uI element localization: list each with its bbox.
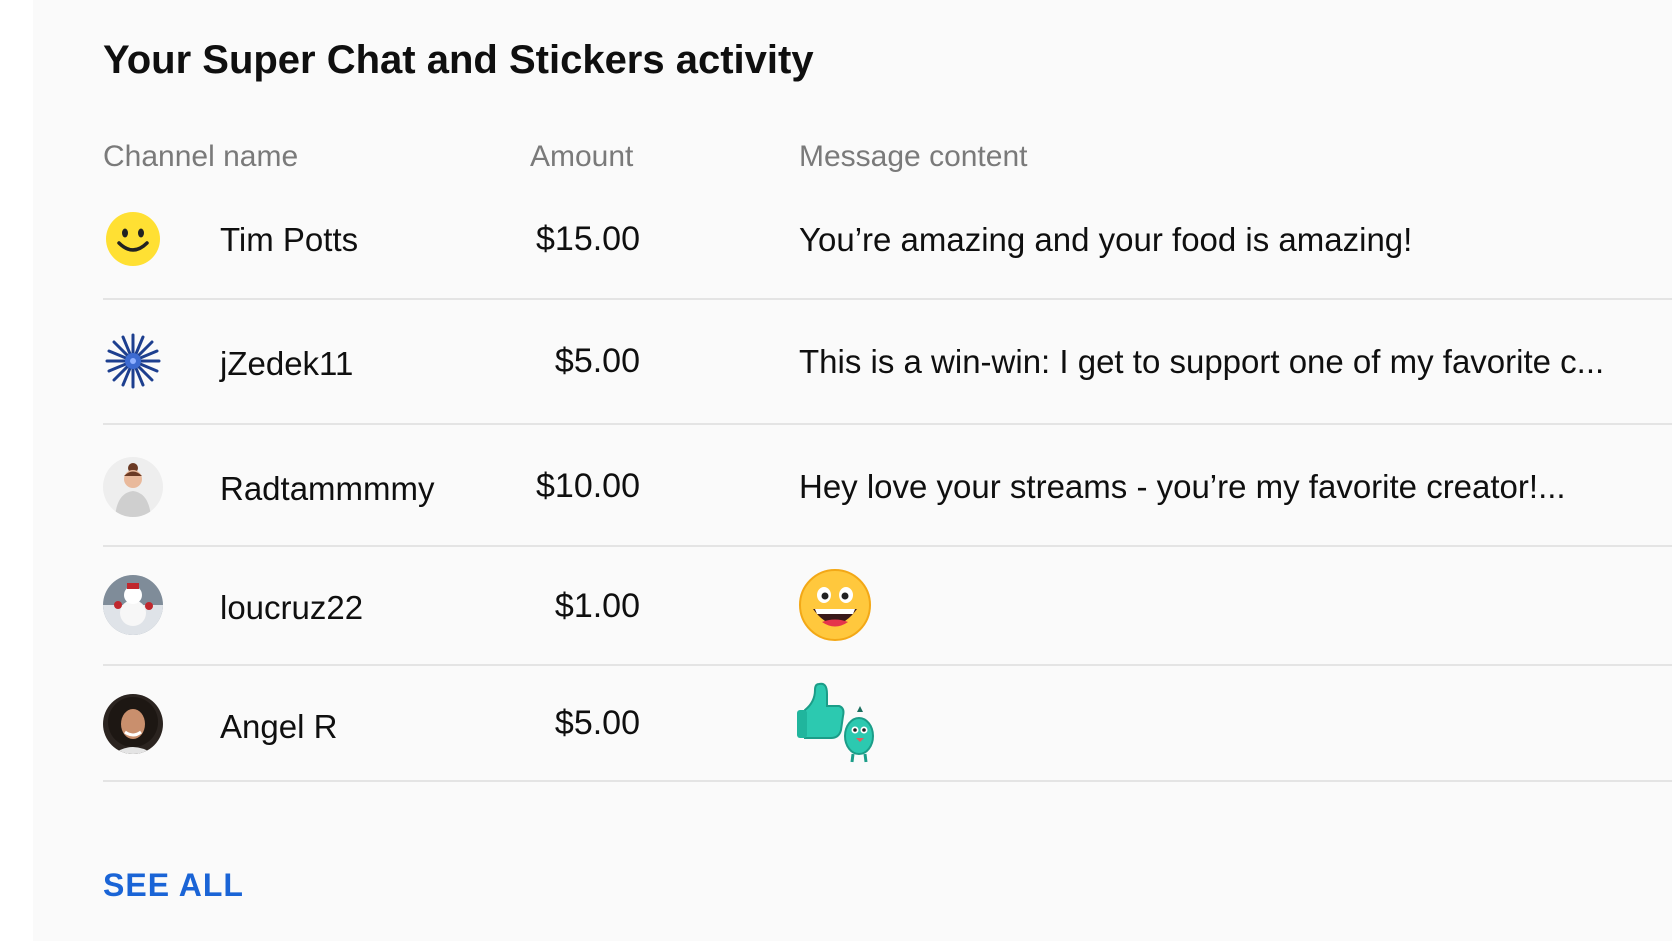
column-header-channel: Channel name [103, 140, 299, 173]
amount: $1.00 [554, 587, 640, 625]
amount: $15.00 [536, 220, 640, 258]
woman-photo-avatar [103, 457, 163, 517]
activity-card: Your Super Chat and Stickers activity Ch… [33, 0, 1672, 941]
woman-curly-hair-avatar [103, 694, 163, 754]
column-header-amount: Amount [530, 140, 634, 173]
page-title: Your Super Chat and Stickers activity [103, 38, 814, 82]
smiley-face-icon [103, 209, 163, 269]
channel-name: Angel R [220, 708, 338, 745]
table-row[interactable]: Tim Potts $15.00 You’re amazing and your… [103, 195, 1672, 300]
channel-name: jZedek11 [220, 345, 354, 382]
column-header-message: Message content [799, 140, 1028, 173]
message-content: This is a win-win: I get to support one … [799, 343, 1605, 380]
snowman-photo-avatar [103, 575, 163, 635]
blue-burst-avatar [103, 331, 163, 391]
table-row[interactable]: Radtammmmy $10.00 Hey love your streams … [103, 423, 1672, 547]
see-all-link[interactable]: SEE ALL [103, 867, 244, 904]
thumbs-up-bird-sticker [797, 678, 881, 769]
table-row[interactable]: jZedek11 $5.00 This is a win-win: I get … [103, 298, 1672, 425]
amount: $10.00 [536, 467, 640, 505]
channel-name: loucruz22 [220, 589, 364, 626]
message-content: You’re amazing and your food is amazing! [799, 221, 1413, 258]
table-row[interactable]: loucruz22 $1.00 [103, 545, 1672, 666]
amount: $5.00 [554, 342, 640, 380]
table-row[interactable]: Angel R $5.00 [103, 664, 1672, 782]
amount: $5.00 [554, 704, 640, 742]
laughing-emoji-sticker [797, 567, 873, 648]
message-content: Hey love your streams - you’re my favori… [799, 468, 1566, 505]
channel-name: Radtammmmy [220, 470, 435, 507]
channel-name: Tim Potts [220, 221, 359, 258]
